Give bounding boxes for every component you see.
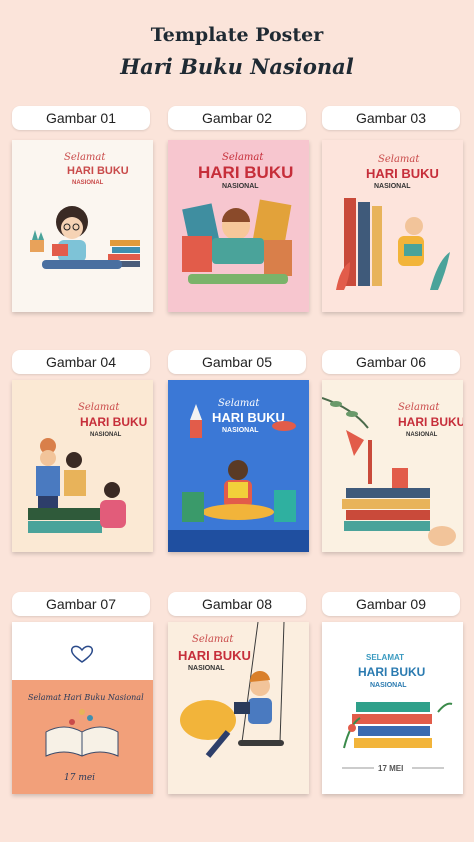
card-label-03[interactable]: Gambar 03 xyxy=(322,106,460,130)
svg-text:HARI BUKU: HARI BUKU xyxy=(80,415,147,429)
poster-illustration: Selamat HARI BUKU NASIONAL xyxy=(30,152,140,269)
svg-text:NASIONAL: NASIONAL xyxy=(188,665,225,672)
card-label-06[interactable]: Gambar 06 xyxy=(322,350,460,374)
svg-text:HARI BUKU: HARI BUKU xyxy=(178,648,251,663)
card-label-08[interactable]: Gambar 08 xyxy=(168,592,306,616)
card-label-09[interactable]: Gambar 09 xyxy=(322,592,460,616)
svg-text:Selamat: Selamat xyxy=(378,154,420,165)
svg-text:Selamat: Selamat xyxy=(218,398,260,409)
svg-text:Selamat: Selamat xyxy=(222,152,264,163)
poster-card-08[interactable]: Selamat HARI BUKU NASIONAL xyxy=(168,622,309,794)
svg-text:Selamat: Selamat xyxy=(64,152,106,163)
poster-illustration: Selamat HARI BUKU NASIONAL xyxy=(182,152,293,284)
svg-text:Selamat: Selamat xyxy=(398,402,440,413)
svg-text:Selamat: Selamat xyxy=(192,634,234,645)
poster-card-04[interactable]: Selamat HARI BUKU NASIONAL xyxy=(12,380,153,552)
poster-illustration: SELAMAT HARI BUKU NASIONAL 17 MEI xyxy=(342,653,453,773)
svg-text:SELAMAT: SELAMAT xyxy=(366,653,404,662)
svg-text:NASIONAL: NASIONAL xyxy=(222,183,259,190)
svg-text:Selamat: Selamat xyxy=(78,402,120,413)
poster-card-03[interactable]: Selamat HARI BUKU NASIONAL xyxy=(322,140,463,312)
svg-text:HARI BUKU: HARI BUKU xyxy=(212,410,285,425)
poster-card-05[interactable]: Selamat HARI BUKU NASIONAL xyxy=(168,380,309,552)
poster-card-06[interactable]: Selamat HARI BUKU NASIONAL xyxy=(322,380,463,552)
svg-text:NASIONAL: NASIONAL xyxy=(90,432,122,438)
svg-text:NASIONAL: NASIONAL xyxy=(370,682,407,689)
poster-illustration: Selamat HARI BUKU NASIONAL xyxy=(322,397,463,546)
svg-text:HARI BUKU: HARI BUKU xyxy=(366,166,439,181)
poster-illustration: Selamat HARI BUKU NASIONAL xyxy=(336,154,450,290)
card-label-02[interactable]: Gambar 02 xyxy=(168,106,306,130)
svg-text:NASIONAL: NASIONAL xyxy=(222,427,259,434)
card-label-07[interactable]: Gambar 07 xyxy=(12,592,150,616)
poster-card-07[interactable]: Selamat Hari Buku Nasional 17 mei xyxy=(12,622,153,794)
poster-card-01[interactable]: Selamat HARI BUKU NASIONAL xyxy=(12,140,153,312)
svg-text:HARI BUKU: HARI BUKU xyxy=(67,165,129,177)
poster-illustration: Selamat HARI BUKU NASIONAL xyxy=(178,622,285,758)
page-title: Template Poster xyxy=(150,24,324,46)
heart-icon xyxy=(70,645,94,663)
poster-card-09[interactable]: SELAMAT HARI BUKU NASIONAL 17 MEI xyxy=(322,622,463,794)
card-label-01[interactable]: Gambar 01 xyxy=(12,106,150,130)
svg-text:17 mei: 17 mei xyxy=(64,773,95,783)
svg-text:NASIONAL: NASIONAL xyxy=(374,183,411,190)
svg-text:NASIONAL: NASIONAL xyxy=(72,180,104,186)
poster-illustration: Selamat HARI BUKU NASIONAL xyxy=(28,402,147,533)
poster-illustration: Selamat Hari Buku Nasional 17 mei xyxy=(12,645,153,794)
page-subtitle: Hari Buku Nasional xyxy=(120,54,354,79)
card-label-04[interactable]: Gambar 04 xyxy=(12,350,150,374)
svg-text:HARI BUKU: HARI BUKU xyxy=(198,163,293,182)
card-label-05[interactable]: Gambar 05 xyxy=(168,350,306,374)
poster-card-02[interactable]: Selamat HARI BUKU NASIONAL xyxy=(168,140,309,312)
svg-text:NASIONAL: NASIONAL xyxy=(406,432,438,438)
svg-text:HARI BUKU: HARI BUKU xyxy=(398,415,463,429)
svg-text:Selamat Hari Buku Nasional: Selamat Hari Buku Nasional xyxy=(28,693,144,702)
svg-text:HARI BUKU: HARI BUKU xyxy=(358,665,425,679)
svg-text:17 MEI: 17 MEI xyxy=(378,764,403,773)
poster-illustration: Selamat HARI BUKU NASIONAL xyxy=(168,380,309,552)
